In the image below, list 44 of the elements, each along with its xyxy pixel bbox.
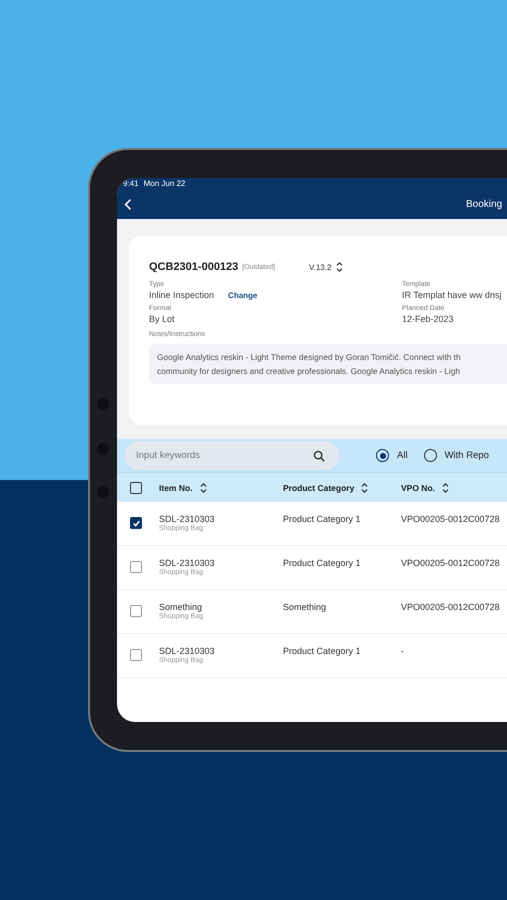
item-number: SDL-2310303 (159, 558, 215, 568)
radio-button[interactable] (376, 449, 389, 462)
checkbox[interactable] (130, 649, 142, 661)
search-icon (313, 450, 325, 462)
product-category: Something (283, 602, 326, 612)
column-header[interactable]: Product Category (283, 482, 354, 493)
item-number: Something (159, 602, 202, 612)
field-value: 12-Feb-2023 (402, 314, 454, 324)
sort-icon[interactable] (442, 482, 450, 493)
item-number: SDL-2310303 (159, 646, 215, 656)
radio-button[interactable] (424, 449, 437, 462)
search-field[interactable]: Input keywords (125, 441, 339, 470)
radio-label: With Repo (444, 450, 489, 462)
checkbox[interactable] (130, 517, 142, 529)
nav-title: Booking (466, 198, 502, 210)
checkbox[interactable] (130, 482, 142, 494)
search-placeholder: Input keywords (136, 450, 200, 462)
vpo-number: VPO00205-0012C00728 (401, 602, 500, 612)
back-icon[interactable] (124, 198, 132, 211)
sort-icon[interactable] (361, 482, 368, 493)
version-selector[interactable]: V.13.2 (309, 262, 344, 272)
notes-text: community for designers and creative professionals. Google Analytics reskin - Ligh (157, 365, 461, 378)
vpo-number: VPO00205-0012C00728 (401, 514, 500, 524)
item-number: SDL-2310303 (159, 514, 215, 524)
status-date: Mon Jun 22 (144, 179, 186, 188)
change-link[interactable]: Change (228, 290, 258, 300)
checkbox[interactable] (130, 561, 142, 573)
vpo-number: - (401, 646, 404, 656)
sort-icon[interactable] (200, 482, 207, 493)
column-header[interactable]: VPO No. (401, 482, 436, 493)
field-value: IR Templat have ww dnsj (402, 290, 502, 300)
field-value: By Lot (149, 314, 175, 324)
product-category: Product Category 1 (283, 646, 361, 656)
field-value: Inline Inspection (149, 290, 214, 300)
notes-text: Google Analytics reskin - Light Theme designed by Goran Tomičić. Connect with th (157, 351, 462, 364)
column-header[interactable]: Item No. (159, 482, 193, 493)
vpo-number: VPO00205-0012C00728 (401, 558, 500, 568)
product-category: Product Category 1 (283, 514, 361, 524)
radio-label: All (397, 450, 408, 462)
product-category: Product Category 1 (283, 558, 361, 568)
booking-code: QCB2301-000123 (149, 261, 238, 274)
checkbox[interactable] (130, 605, 142, 617)
sort-icon (336, 262, 344, 272)
status-time: 9:41 (123, 179, 139, 188)
